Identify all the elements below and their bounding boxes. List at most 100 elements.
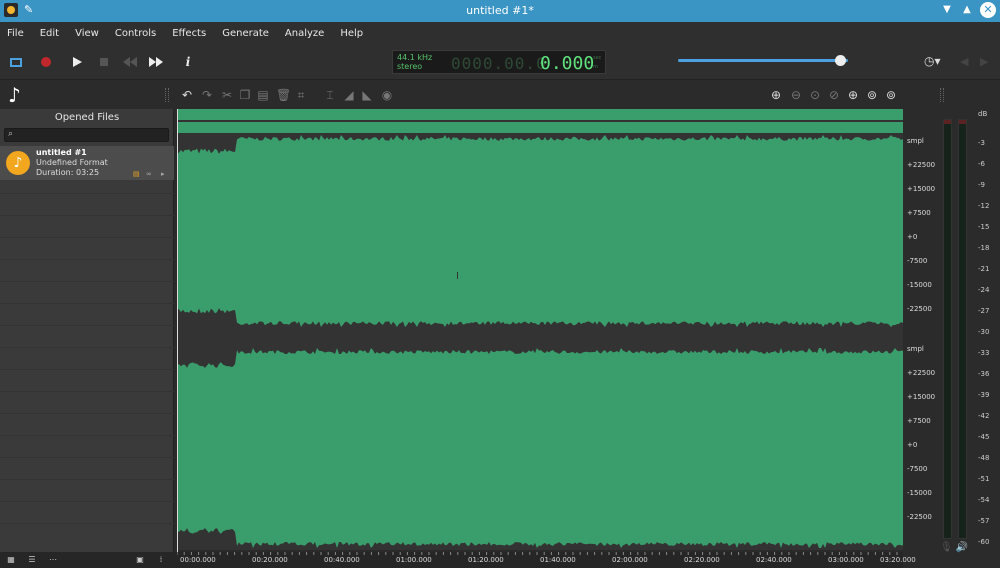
empty-row-divider bbox=[0, 281, 174, 282]
overview-strip[interactable] bbox=[177, 109, 903, 135]
meter-db-label: -33 bbox=[978, 349, 990, 357]
scale-label: +7500 bbox=[907, 209, 931, 217]
vertical-zoom-out-icon[interactable]: ⊚ bbox=[884, 88, 898, 102]
menu-file[interactable]: File bbox=[7, 28, 24, 39]
fade-in-icon[interactable]: ◢ bbox=[342, 88, 356, 102]
playback-cursor[interactable] bbox=[177, 109, 178, 552]
close-icon[interactable]: ✕ bbox=[980, 2, 996, 18]
app-icon[interactable] bbox=[4, 3, 18, 17]
channel-mode: stereo bbox=[397, 62, 423, 71]
scale-label: +22500 bbox=[907, 369, 936, 377]
scale-label: -7500 bbox=[907, 465, 928, 473]
stop-button[interactable] bbox=[96, 54, 112, 70]
timeline-label: 01:40.000 bbox=[540, 556, 576, 564]
toolbar-grip[interactable] bbox=[165, 88, 169, 102]
pin-icon[interactable]: ✎ bbox=[24, 4, 36, 16]
volume-slider-handle[interactable] bbox=[834, 55, 846, 66]
fast-forward-button[interactable] bbox=[148, 54, 164, 70]
copy-icon[interactable]: ❐ bbox=[238, 88, 252, 102]
meter-db-label: -45 bbox=[978, 433, 990, 441]
play-button[interactable] bbox=[69, 54, 85, 70]
image-icon[interactable]: ▣ bbox=[134, 555, 146, 565]
empty-row-divider bbox=[0, 479, 174, 480]
volume-slider[interactable] bbox=[678, 59, 848, 62]
split-icon[interactable]: ⁞ bbox=[155, 555, 167, 565]
audio-editor-window: ✎ untitled #1* ▼ ▲ ✕ File Edit View Cont… bbox=[0, 0, 1000, 568]
zoom-in-icon[interactable]: ⊕ bbox=[769, 88, 783, 102]
zoom-selection-icon[interactable]: ⊘ bbox=[827, 88, 841, 102]
meter-grip[interactable] bbox=[940, 88, 944, 102]
empty-row-divider bbox=[0, 391, 174, 392]
file-note-icon[interactable]: ▤ bbox=[133, 170, 142, 178]
forward-arrow-icon[interactable]: ▶ bbox=[980, 55, 994, 68]
time-ghost-digits: 0000.00.0 bbox=[451, 54, 547, 73]
cut-icon[interactable]: ✂ bbox=[220, 88, 234, 102]
stop-icon bbox=[100, 58, 108, 66]
files-search-input[interactable]: ⌕ bbox=[4, 128, 169, 142]
meter-unit: dB bbox=[978, 110, 988, 118]
fade-out-icon[interactable]: ◣ bbox=[360, 88, 374, 102]
file-duration: Duration: 03:25 bbox=[36, 168, 100, 177]
meter-db-label: -18 bbox=[978, 244, 990, 252]
zoom-out-icon[interactable]: ⊖ bbox=[789, 88, 803, 102]
vertical-zoom-in-icon[interactable]: ⊚ bbox=[865, 88, 879, 102]
menu-help[interactable]: Help bbox=[340, 28, 363, 39]
time-display: 44.1 kHz stereo 0000.00.0 0.000 sec m bbox=[392, 50, 606, 74]
link-icon[interactable]: ∞ bbox=[146, 170, 158, 178]
minimize-icon[interactable]: ▼ bbox=[940, 2, 954, 18]
scale-unit: smpl bbox=[907, 137, 924, 145]
maximize-icon[interactable]: ▲ bbox=[960, 2, 974, 18]
stereo-waveform[interactable] bbox=[177, 135, 903, 550]
effects-icon[interactable]: ◉ bbox=[380, 88, 394, 102]
menu-view[interactable]: View bbox=[75, 28, 99, 39]
timeline-label: 01:00.000 bbox=[396, 556, 432, 564]
delete-icon[interactable]: 🗑 bbox=[276, 88, 291, 102]
menu-controls[interactable]: Controls bbox=[115, 28, 156, 39]
normalize-icon[interactable]: ⌶ bbox=[323, 88, 337, 102]
redo-icon[interactable]: ↷ bbox=[200, 88, 214, 102]
zoom-fit-icon[interactable]: ⊙ bbox=[808, 88, 822, 102]
scale-label: +15000 bbox=[907, 393, 936, 401]
search-icon: ⌕ bbox=[8, 129, 14, 139]
menu-edit[interactable]: Edit bbox=[40, 28, 59, 39]
back-arrow-icon[interactable]: ◀ bbox=[960, 55, 974, 68]
empty-row-divider bbox=[0, 237, 174, 238]
info-button[interactable]: i bbox=[180, 54, 196, 70]
timeline-label: 00:00.000 bbox=[180, 556, 216, 564]
timeline-ruler[interactable]: 00:00.000 00:20.000 00:40.000 01:00.000 01:2… bbox=[177, 552, 916, 568]
crop-icon[interactable]: ⌗ bbox=[294, 88, 308, 102]
scale-label: -15000 bbox=[907, 281, 932, 289]
zoom-full-icon[interactable]: ⊕ bbox=[846, 88, 860, 102]
menu-effects[interactable]: Effects bbox=[172, 28, 206, 39]
empty-row-divider bbox=[0, 413, 174, 414]
list-view-icon[interactable]: ☰ bbox=[26, 555, 38, 565]
empty-row-divider bbox=[0, 303, 174, 304]
menu-analyze[interactable]: Analyze bbox=[285, 28, 324, 39]
rewind-icon bbox=[123, 57, 137, 67]
file-format: Undefined Format bbox=[36, 158, 108, 167]
rewind-button[interactable] bbox=[122, 54, 138, 70]
empty-row-divider bbox=[0, 457, 174, 458]
grid-view-icon[interactable]: ▦ bbox=[5, 555, 17, 565]
timeline-label: 00:40.000 bbox=[324, 556, 360, 564]
meter-db-label: -39 bbox=[978, 391, 990, 399]
empty-row-divider bbox=[0, 193, 174, 194]
overview-divider bbox=[177, 120, 903, 122]
paste-icon[interactable]: ▤ bbox=[256, 88, 270, 102]
compact-view-icon[interactable]: ⋯ bbox=[47, 555, 59, 565]
file-list-item[interactable]: ♪ untitled #1 Undefined Format Duration:… bbox=[0, 146, 174, 180]
mic-speaker-icon[interactable]: 🎙 🔊 bbox=[940, 542, 980, 554]
play-file-icon[interactable]: ▸ bbox=[161, 170, 170, 178]
meter-db-label: -36 bbox=[978, 370, 990, 378]
waveform-view[interactable] bbox=[177, 109, 903, 552]
title-bar[interactable]: ✎ untitled #1* ▼ ▲ ✕ bbox=[0, 0, 1000, 22]
record-button[interactable] bbox=[38, 54, 54, 70]
scale-unit: smpl bbox=[907, 345, 924, 353]
meter-db-label: -12 bbox=[978, 202, 990, 210]
undo-icon[interactable]: ↶ bbox=[180, 88, 194, 102]
menu-generate[interactable]: Generate bbox=[222, 28, 269, 39]
meter-db-label: -3 bbox=[978, 139, 985, 147]
selection-mode-button[interactable] bbox=[8, 54, 24, 70]
time-readout: 0.000 bbox=[540, 53, 595, 74]
history-icon[interactable]: ◷▾ bbox=[924, 54, 946, 68]
